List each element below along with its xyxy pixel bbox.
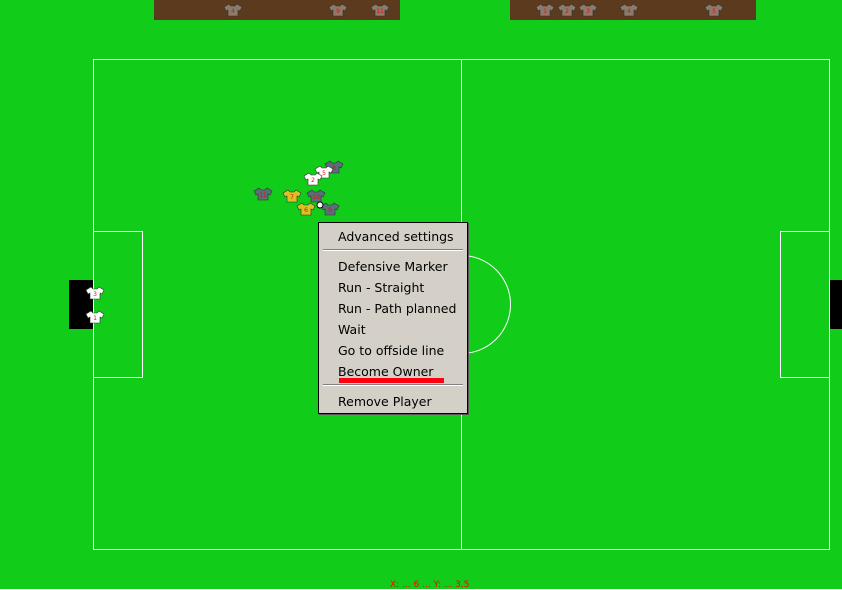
goal-right	[830, 280, 842, 329]
menu-separator	[323, 249, 463, 251]
shirt-number: 10	[312, 194, 320, 201]
shirt-number: 1	[93, 315, 97, 322]
shirt-number: 9	[328, 207, 332, 214]
shirt-number: 1	[543, 8, 547, 15]
menu-item-run-straight[interactable]: Run - Straight	[338, 280, 424, 296]
shirt-number: 7	[290, 194, 294, 201]
shirt-number: 11	[376, 8, 384, 15]
menu-item-defensive-marker[interactable]: Defensive Marker	[338, 259, 448, 275]
shirt-number: 6	[304, 207, 308, 214]
shirt-number: 5	[712, 8, 716, 15]
menu-item-remove-player[interactable]: Remove Player	[338, 394, 432, 410]
menu-item-become-owner[interactable]: Become Owner	[338, 364, 433, 380]
menu-separator	[323, 384, 463, 386]
shirt-number: 5	[322, 170, 326, 177]
goal-left	[69, 280, 93, 329]
ball[interactable]	[316, 201, 324, 209]
shirt-number: 2	[311, 177, 315, 184]
shirt-number: 4	[627, 8, 631, 15]
menu-item-run-path-planned[interactable]: Run - Path planned	[338, 301, 456, 317]
menu-item-advanced-settings[interactable]: Advanced settings	[338, 229, 454, 245]
context-menu: Advanced settings Defensive Marker Run -…	[318, 222, 468, 414]
shirt-number: 2	[565, 8, 569, 15]
menu-item-wait[interactable]: Wait	[338, 322, 366, 338]
shirt-number: 9	[336, 8, 340, 15]
menu-item-go-to-offside-line[interactable]: Go to offside line	[338, 343, 444, 359]
shirt-number: 4	[231, 8, 235, 15]
shirt-number: 3	[93, 291, 97, 298]
shirt-number: 3	[586, 8, 590, 15]
shirt-number: 11	[259, 192, 267, 199]
bench-left	[154, 0, 400, 20]
